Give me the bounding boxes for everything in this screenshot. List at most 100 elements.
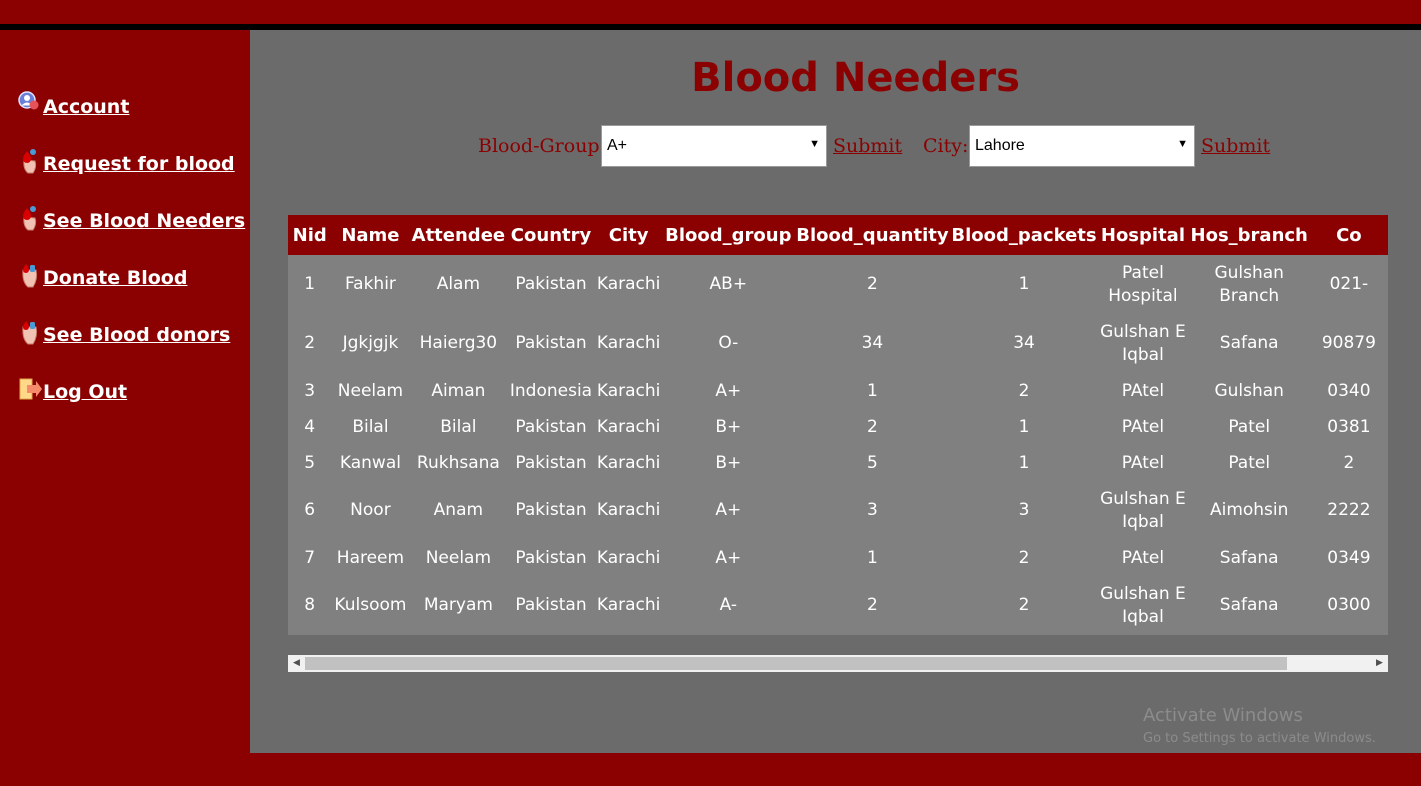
table-cell: 2 bbox=[1343, 452, 1355, 473]
table-cell: Patel bbox=[1228, 452, 1271, 473]
table-cell: 2 bbox=[1018, 595, 1030, 615]
table-cell: B+ bbox=[715, 416, 742, 437]
table-header-row: Nid Name Attendee Country City Blood_gro… bbox=[288, 215, 1388, 255]
blood-group-select-value: A+ bbox=[607, 137, 628, 154]
city-label: City: bbox=[923, 135, 969, 157]
table-cell: B+ bbox=[715, 452, 742, 473]
table-cell: 0340 bbox=[1327, 380, 1371, 401]
column-header: Hos_branch bbox=[1190, 224, 1308, 246]
table-cell: 90879 bbox=[1321, 333, 1376, 353]
table-cell: Haierg30 bbox=[419, 333, 498, 353]
table-cell: Anam bbox=[433, 500, 484, 520]
logout-icon bbox=[18, 375, 42, 403]
scroll-left-icon[interactable]: ◀ bbox=[288, 655, 305, 672]
table-cell: A+ bbox=[715, 547, 742, 568]
watermark-title: Activate Windows bbox=[1143, 705, 1303, 726]
sidebar-item-donate-blood[interactable]: Donate Blood bbox=[18, 261, 187, 289]
table-cell: Karachi bbox=[596, 274, 661, 294]
sidebar-item-label[interactable]: See Blood donors bbox=[43, 324, 230, 346]
table-cell: Pakistan bbox=[515, 500, 587, 520]
table-cell: PAtel bbox=[1121, 547, 1165, 568]
table-cell: Bilal bbox=[440, 416, 477, 437]
sidebar-item-see-blood-needers[interactable]: See Blood Needers bbox=[18, 204, 245, 232]
table-cell: 2 bbox=[867, 416, 878, 437]
table-cell: Karachi bbox=[596, 595, 661, 615]
table-row: 3 Neelam Aiman Indonesia Karachi A+ 1 2 … bbox=[288, 373, 1388, 409]
table-cell: Karachi bbox=[596, 416, 661, 437]
table-cell: 34 bbox=[1013, 333, 1035, 353]
table-cell: 0349 bbox=[1327, 547, 1371, 568]
table-cell: 5 bbox=[867, 452, 878, 473]
table-cell: Noor bbox=[350, 500, 391, 520]
table-cell: Karachi bbox=[596, 547, 661, 568]
table-cell: Karachi bbox=[596, 333, 661, 353]
needers-table: Nid Name Attendee Country City Blood_gro… bbox=[288, 215, 1388, 635]
blood-group-submit-link[interactable]: Submit bbox=[833, 135, 902, 157]
sidebar-item-label[interactable]: Donate Blood bbox=[43, 267, 187, 289]
table-cell: 0300 bbox=[1327, 595, 1371, 615]
column-header: Hospital bbox=[1100, 224, 1185, 246]
sidebar-item-label[interactable]: See Blood Needers bbox=[43, 210, 245, 232]
table-cell: Rukhsana bbox=[416, 452, 500, 473]
table-cell: Fakhir bbox=[344, 274, 396, 294]
table-row: 7 Hareem Neelam Pakistan Karachi A+ 1 2 … bbox=[288, 540, 1388, 576]
table-cell: Karachi bbox=[596, 500, 661, 520]
table-cell: 2 bbox=[867, 595, 878, 615]
table-row: 6 Noor Anam Pakistan Karachi A+ 3 3 Guls… bbox=[288, 481, 1388, 540]
blood-group-select[interactable]: A+ ▼ bbox=[601, 125, 827, 167]
table-cell: Pakistan bbox=[515, 333, 587, 353]
sidebar-item-label[interactable]: Request for blood bbox=[43, 153, 235, 175]
sidebar-item-see-blood-donors[interactable]: See Blood donors bbox=[18, 318, 230, 346]
sidebar-item-label[interactable]: Account bbox=[43, 96, 129, 118]
blood-drop-hand-icon bbox=[18, 204, 42, 232]
table-cell: 2 bbox=[1018, 547, 1030, 568]
sidebar-item-log-out[interactable]: Log Out bbox=[18, 375, 127, 403]
column-header: Attendee bbox=[411, 224, 506, 246]
table-cell: 8 bbox=[304, 595, 316, 615]
table-row: 8 Kulsoom Maryam Pakistan Karachi A- 2 2… bbox=[288, 576, 1388, 635]
table-cell: Pakistan bbox=[515, 416, 587, 437]
table-cell: PAtel bbox=[1121, 452, 1165, 473]
table-cell: PAtel bbox=[1121, 380, 1165, 401]
table-cell: A+ bbox=[715, 500, 742, 520]
table-cell: Pakistan bbox=[515, 274, 587, 294]
scrollbar-thumb[interactable] bbox=[305, 657, 1287, 670]
column-header: Co bbox=[1336, 224, 1362, 246]
table-cell: Safana bbox=[1219, 547, 1279, 568]
table-cell: 1 bbox=[1018, 274, 1030, 294]
sidebar-item-account[interactable]: Account bbox=[18, 90, 129, 118]
table-row: 2 Jgkjgjk Haierg30 Pakistan Karachi O- 3… bbox=[288, 314, 1388, 373]
table-cell: 5 bbox=[304, 452, 316, 473]
sidebar-item-label[interactable]: Log Out bbox=[43, 381, 127, 403]
table-cell: Patel Hospital bbox=[1108, 262, 1178, 306]
column-header: City bbox=[608, 224, 649, 246]
table-cell: 021- bbox=[1329, 274, 1369, 294]
table-cell: A+ bbox=[715, 380, 742, 401]
column-header: Blood_packets bbox=[951, 224, 1097, 246]
table-cell: 0381 bbox=[1327, 416, 1371, 437]
table-cell: Karachi bbox=[596, 452, 661, 473]
table-cell: 2 bbox=[867, 274, 878, 294]
table-cell: Karachi bbox=[596, 380, 661, 401]
table-cell: 1 bbox=[304, 274, 316, 294]
table-cell: Aiman bbox=[431, 380, 486, 401]
table-cell: Gulshan bbox=[1214, 380, 1284, 401]
city-submit-link[interactable]: Submit bbox=[1201, 135, 1270, 157]
city-select-value: Lahore bbox=[975, 137, 1025, 154]
table-row: 1 Fakhir Alam Pakistan Karachi AB+ 2 1 P… bbox=[288, 255, 1388, 314]
table-cell: 6 bbox=[304, 500, 316, 520]
table-cell: Pakistan bbox=[515, 547, 587, 568]
table-cell: A- bbox=[719, 595, 737, 615]
table-cell: 1 bbox=[867, 380, 878, 401]
table-cell: 1 bbox=[1018, 452, 1030, 473]
horizontal-scrollbar[interactable]: ◀ ▶ bbox=[288, 655, 1388, 672]
table-cell: 3 bbox=[1018, 500, 1030, 520]
sidebar-item-request-for-blood[interactable]: Request for blood bbox=[18, 147, 235, 175]
scroll-right-icon[interactable]: ▶ bbox=[1371, 655, 1388, 672]
table-cell: Neelam bbox=[337, 380, 404, 401]
table-cell: Bilal bbox=[352, 416, 389, 437]
city-select[interactable]: Lahore ▼ bbox=[969, 125, 1195, 167]
column-header: Country bbox=[510, 224, 592, 246]
footer-bar bbox=[250, 753, 1421, 786]
column-header: Nid bbox=[292, 224, 327, 246]
